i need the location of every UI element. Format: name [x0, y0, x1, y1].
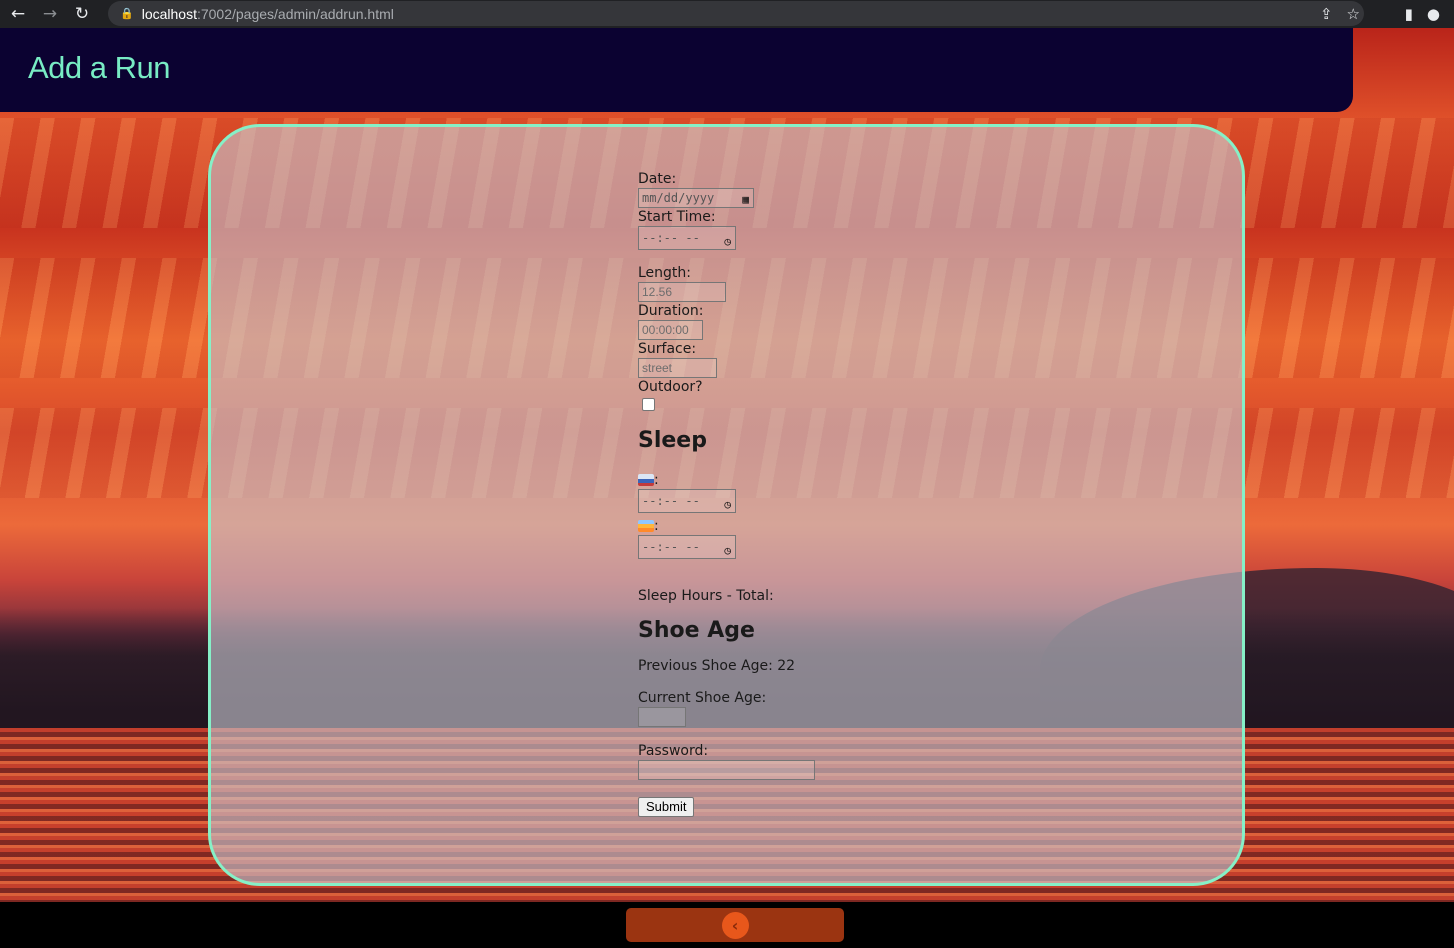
waketime-label: : — [638, 517, 898, 535]
bed-icon — [638, 474, 654, 486]
bedtime-placeholder: --:-- -- — [642, 494, 700, 508]
current-shoe-age-label: Current Shoe Age: — [638, 690, 767, 706]
outdoor-label: Outdoor? — [638, 379, 703, 395]
sunrise-icon — [638, 520, 654, 532]
lock-icon: 🔒 — [120, 8, 134, 20]
shoe-age-heading: Shoe Age — [638, 618, 755, 643]
waketime-input[interactable]: --:-- -- ◷ — [638, 535, 736, 559]
forward-arrow-icon[interactable]: → — [36, 0, 64, 28]
share-icon[interactable]: ⇪ — [1320, 5, 1333, 23]
address-bar[interactable]: 🔒 localhost:7002/pages/admin/addrun.html — [108, 1, 1364, 26]
sleep-total-label: Sleep Hours - Total: — [638, 588, 774, 604]
star-icon[interactable]: ☆ — [1347, 5, 1360, 23]
date-placeholder: mm/dd/yyyy — [642, 191, 715, 205]
date-input[interactable]: mm/dd/yyyy ▦ — [638, 188, 754, 208]
start-time-placeholder: --:-- -- — [642, 231, 700, 245]
url-host: localhost — [141, 5, 197, 22]
duration-placeholder: 00:00:00 — [642, 323, 689, 337]
duration-input[interactable]: 00:00:00 — [638, 320, 703, 340]
duration-label: Duration: — [638, 303, 704, 319]
previous-shoe-age: Previous Shoe Age: 22 — [638, 658, 796, 674]
clock-icon[interactable]: ◷ — [724, 494, 731, 516]
current-shoe-age-input[interactable] — [638, 707, 686, 727]
surface-label: Surface: — [638, 341, 697, 357]
password-label: Password: — [638, 743, 709, 759]
clock-icon[interactable]: ◷ — [724, 540, 731, 562]
start-time-input[interactable]: --:-- -- ◷ — [638, 226, 736, 250]
page-header: Add a Run — [0, 28, 1353, 112]
reload-icon[interactable]: ↻ — [68, 0, 96, 28]
back-arrow-icon[interactable]: ← — [4, 0, 32, 28]
outdoor-checkbox[interactable] — [642, 398, 655, 411]
page-viewport: Add a Run Date: mm/dd/yyyy ▦ Start Time:… — [0, 28, 1454, 948]
back-button[interactable]: ‹ — [626, 908, 844, 942]
bedtime-label: : — [638, 471, 898, 489]
surface-placeholder: street — [642, 361, 673, 375]
length-placeholder: 12.56 — [642, 285, 673, 299]
surface-input[interactable]: street — [638, 358, 717, 378]
password-input[interactable] — [638, 760, 815, 780]
start-time-label: Start Time: — [638, 209, 716, 225]
submit-button[interactable]: Submit — [638, 797, 695, 817]
profile-icon[interactable]: ● — [1427, 5, 1440, 23]
bedtime-input[interactable]: --:-- -- ◷ — [638, 489, 736, 513]
waketime-placeholder: --:-- -- — [642, 540, 700, 554]
calendar-icon[interactable]: ▦ — [742, 191, 749, 209]
sleep-heading: Sleep — [638, 428, 707, 453]
url-path: :7002/pages/admin/addrun.html — [196, 5, 394, 22]
waketime-colon: : — [654, 518, 659, 534]
page-title: Add a Run — [28, 50, 171, 85]
sidebar-icon[interactable]: ▮ — [1405, 5, 1413, 23]
add-run-form: Date: mm/dd/yyyy ▦ Start Time: --:-- -- … — [638, 170, 898, 817]
browser-toolbar: ← → ↻ 🔒 localhost:7002/pages/admin/addru… — [0, 0, 1454, 28]
length-input[interactable]: 12.56 — [638, 282, 726, 302]
length-label: Length: — [638, 265, 692, 281]
bedtime-colon: : — [654, 472, 659, 488]
chevron-left-icon: ‹ — [721, 911, 749, 939]
clock-icon[interactable]: ◷ — [724, 231, 731, 253]
date-label: Date: — [638, 171, 677, 187]
